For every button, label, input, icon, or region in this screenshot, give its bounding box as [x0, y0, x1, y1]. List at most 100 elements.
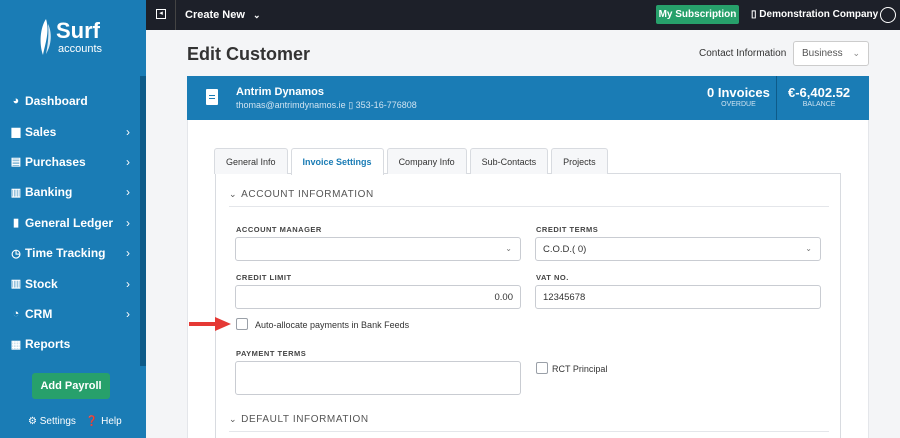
brand-sub: accounts [58, 43, 103, 55]
sidebar-item-reports[interactable]: ▦ Reports [0, 329, 140, 359]
balance-stat: €-6,402.52 BALANCE [788, 85, 850, 108]
chevron-right-icon: › [126, 124, 130, 139]
dashboard-icon: ◕ [12, 95, 20, 108]
customer-email[interactable]: thomas@antrimdynamos.ie [236, 100, 346, 110]
sidebar-item-sales[interactable]: ▆ Sales › [0, 116, 140, 146]
payment-terms-textarea[interactable] [235, 361, 521, 395]
credit-terms-value: C.O.D.( 0) [543, 244, 587, 255]
sidebar-item-time-tracking[interactable]: ◷ Time Tracking › [0, 238, 140, 268]
chevron-right-icon: › [126, 276, 130, 291]
user-avatar-icon[interactable] [880, 7, 896, 23]
balance-caption: BALANCE [802, 101, 836, 108]
create-new-menu[interactable]: Create New ⌄ [185, 9, 261, 21]
chevron-down-icon: ⌄ [852, 48, 860, 58]
tab-bar: General Info Invoice Settings Company Info… [214, 148, 611, 175]
pie-chart-icon: ◔ [12, 307, 20, 320]
sidebar-item-dashboard[interactable]: ◕ Dashboard [0, 86, 140, 116]
section-divider [229, 431, 829, 432]
stock-chart-icon: ▥ [10, 278, 22, 291]
rct-principal-checkbox[interactable] [536, 362, 548, 374]
sidebar-item-label: Sales [25, 124, 57, 139]
chevron-right-icon: › [126, 154, 130, 169]
customer-phone: 353-16-776808 [355, 100, 417, 110]
customer-name: Antrim Dynamos [236, 86, 325, 98]
help-icon: ❓ [85, 416, 99, 427]
sidebar-scrollbar[interactable] [140, 76, 146, 366]
account-information-title: ACCOUNT INFORMATION [241, 189, 374, 200]
gear-icon: ⚙ [28, 416, 37, 427]
account-information-header[interactable]: ⌄ ACCOUNT INFORMATION [229, 189, 374, 200]
sidebar-item-label: Dashboard [25, 94, 88, 109]
add-payroll-button[interactable]: Add Payroll [32, 373, 110, 399]
tab-projects[interactable]: Projects [551, 148, 608, 174]
chevron-down-icon: ⌄ [229, 414, 238, 424]
credit-limit-input[interactable]: 0.00 [235, 285, 521, 309]
book-icon: ▮ [12, 217, 20, 230]
sidebar-toggle-icon[interactable]: ◂ [156, 9, 166, 19]
help-link[interactable]: ❓ Help [86, 416, 122, 427]
balance-value: €-6,402.52 [788, 85, 851, 100]
chevron-right-icon: › [126, 215, 130, 230]
my-subscription-button[interactable]: My Subscription [656, 5, 739, 24]
credit-terms-label: CREDIT TERMS [536, 225, 599, 234]
chevron-right-icon: › [126, 185, 130, 200]
chevron-down-icon: ⌄ [229, 189, 238, 199]
credit-terms-select[interactable]: C.O.D.( 0) ⌄ [535, 237, 821, 261]
building-icon: ▯ [751, 9, 757, 20]
cart-icon: ▤ [10, 156, 22, 169]
surfboard-logo-icon [40, 19, 51, 55]
sidebar-item-label: Banking [25, 185, 73, 200]
briefcase-icon: ▆ [11, 126, 21, 139]
sidebar-item-stock[interactable]: ▥ Stock › [0, 268, 140, 298]
sidebar-item-general-ledger[interactable]: ▮ General Ledger › [0, 208, 140, 238]
contact-information-label: Contact Information [699, 48, 787, 59]
page-title: Edit Customer [187, 44, 311, 64]
vat-number-label: VAT NO. [536, 273, 569, 282]
table-icon: ▦ [10, 338, 22, 351]
settings-link[interactable]: ⚙ Settings [28, 416, 76, 427]
account-manager-select[interactable]: ⌄ [235, 237, 521, 261]
chevron-right-icon: › [126, 306, 130, 321]
brand-name: Surf [56, 18, 100, 43]
clock-icon: ◷ [11, 247, 21, 260]
sidebar-item-label: Stock [25, 276, 58, 291]
sidebar-item-label: Reports [25, 337, 71, 352]
phone-icon: ▯ [348, 100, 354, 110]
chevron-right-icon: › [126, 246, 130, 261]
credit-limit-label: CREDIT LIMIT [236, 273, 292, 282]
customer-contact-line: thomas@antrimdynamos.ie ▯ 353-16-776808 [236, 100, 417, 111]
sidebar-item-label: General Ledger [25, 215, 114, 230]
red-arrow-icon [189, 317, 231, 331]
sidebar-item-banking[interactable]: ▥ Banking › [0, 177, 140, 207]
chevron-down-icon: ⌄ [805, 244, 812, 253]
top-bar: ◂ Create New ⌄ My Subscription ▯ Demonst… [146, 0, 900, 30]
sidebar-item-label: Time Tracking [25, 246, 106, 261]
chevron-down-icon: ⌄ [505, 244, 512, 253]
banner-divider [776, 76, 777, 120]
settings-label: Settings [39, 416, 76, 427]
sidebar-footer: ⚙ Settings ❓ Help [28, 416, 122, 427]
contact-information-select[interactable]: Business ⌄ [793, 41, 869, 66]
chevron-down-icon: ⌄ [252, 10, 261, 20]
surf-accounts-logo[interactable]: Surf accounts [36, 18, 116, 58]
company-name: Demonstration Company [759, 9, 879, 20]
document-icon [206, 89, 218, 105]
default-information-title: DEFAULT INFORMATION [241, 414, 369, 425]
auto-allocate-label: Auto-allocate payments in Bank Feeds [255, 320, 410, 330]
tab-invoice-settings[interactable]: Invoice Settings [290, 148, 384, 175]
help-label: Help [101, 416, 122, 427]
sidebar-item-crm[interactable]: ◔ CRM › [0, 299, 140, 329]
tab-sub-contacts[interactable]: Sub-Contacts [469, 148, 549, 174]
auto-allocate-checkbox[interactable] [236, 318, 248, 330]
vat-number-input[interactable]: 12345678 [535, 285, 821, 309]
customer-banner: Antrim Dynamos thomas@antrimdynamos.ie ▯… [187, 76, 869, 120]
default-information-header[interactable]: ⌄ DEFAULT INFORMATION [229, 414, 369, 425]
tab-company-info[interactable]: Company Info [386, 148, 467, 174]
topbar-divider [175, 0, 176, 30]
sidebar-item-purchases[interactable]: ▤ Purchases › [0, 147, 140, 177]
company-switcher[interactable]: ▯ Demonstration Company [751, 9, 878, 20]
invoices-overdue-stat[interactable]: 0 Invoices OVERDUE [707, 85, 770, 108]
invoices-value: 0 Invoices [707, 85, 770, 100]
tab-general-info[interactable]: General Info [214, 148, 288, 174]
contact-information-value: Business [802, 48, 843, 59]
